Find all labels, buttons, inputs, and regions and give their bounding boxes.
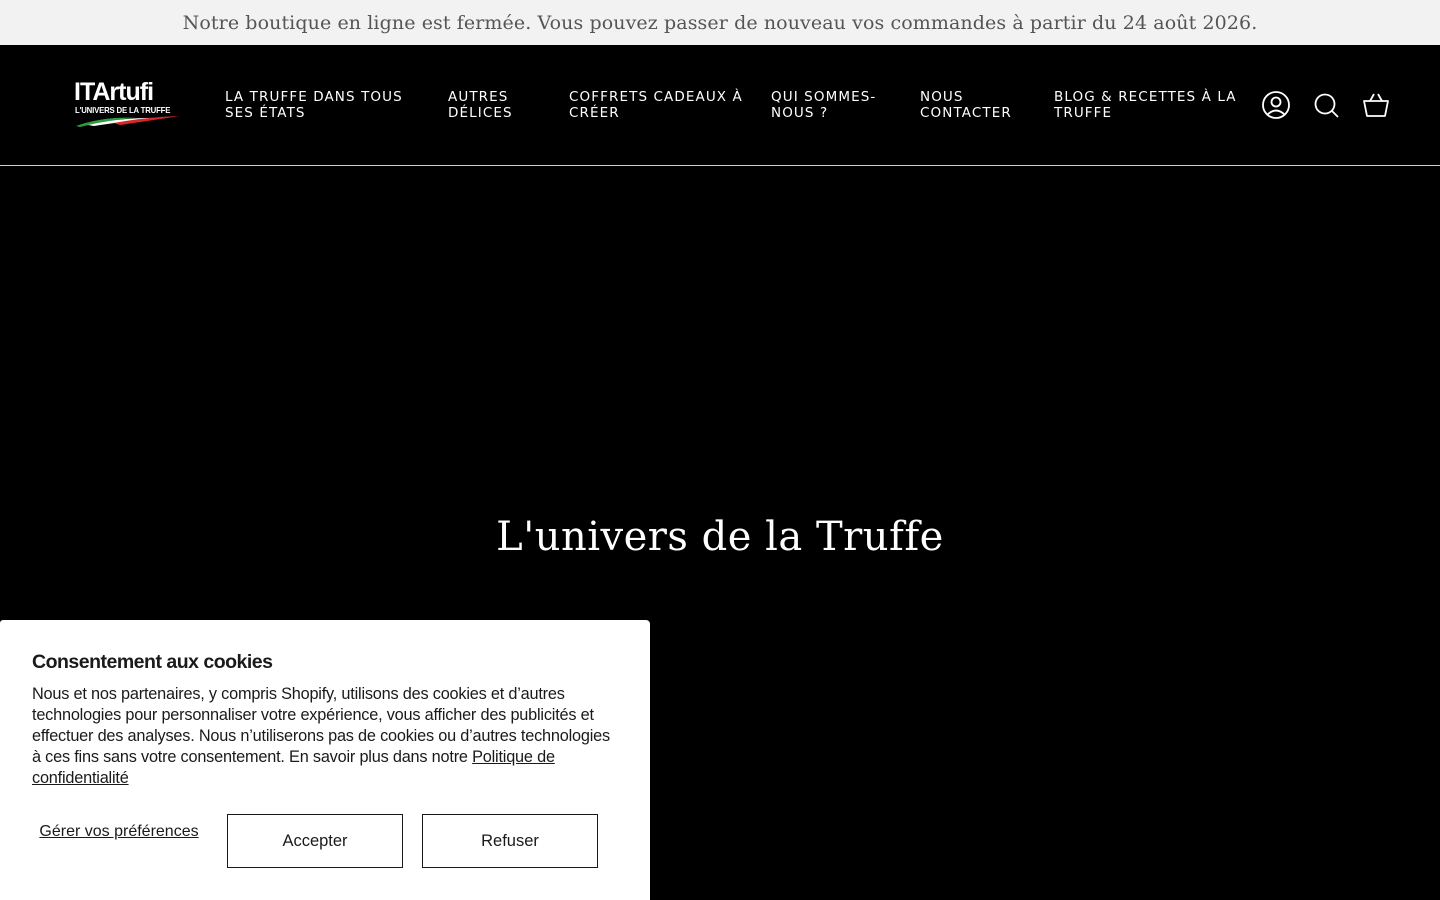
- logo-brand: ITArtufi: [74, 78, 154, 106]
- manage-preferences-button[interactable]: Gérer vos préférences: [32, 822, 206, 841]
- nav-item-blog[interactable]: BLOG & RECETTES À LA TRUFFE: [1054, 89, 1244, 121]
- cookie-body: Nous et nos partenaires, y compris Shopi…: [32, 684, 622, 789]
- cart-icon[interactable]: [1360, 89, 1392, 121]
- cookie-title: Consentement aux cookies: [32, 651, 273, 673]
- accept-button[interactable]: Accepter: [227, 814, 403, 868]
- nav-item-autres-delices[interactable]: AUTRES DÉLICES: [448, 89, 548, 121]
- nav-item-coffrets[interactable]: COFFRETS CADEAUX À CRÉER: [569, 89, 754, 121]
- decline-button[interactable]: Refuser: [422, 814, 598, 868]
- cookie-consent-banner: Consentement aux cookies Nous et nos par…: [0, 620, 650, 900]
- flag-swoosh-icon: [76, 116, 180, 127]
- nav-item-truffe[interactable]: LA TRUFFE DANS TOUS SES ÉTATS: [225, 89, 415, 121]
- site-logo[interactable]: ITArtufi L'UNIVERS DE LA TRUFFE: [74, 78, 184, 134]
- announcement-text: Notre boutique en ligne est fermée. Vous…: [182, 11, 1258, 34]
- search-icon[interactable]: [1311, 90, 1343, 122]
- nav-item-qui-sommes-nous[interactable]: QUI SOMMES-NOUS ?: [771, 89, 891, 121]
- announcement-bar: Notre boutique en ligne est fermée. Vous…: [0, 0, 1440, 45]
- site-header: ITArtufi L'UNIVERS DE LA TRUFFE LA TRUFF…: [0, 45, 1440, 166]
- nav-item-contact[interactable]: NOUS CONTACTER: [920, 89, 1030, 121]
- hero-title: L'univers de la Truffe: [496, 514, 944, 560]
- account-icon[interactable]: [1260, 89, 1292, 121]
